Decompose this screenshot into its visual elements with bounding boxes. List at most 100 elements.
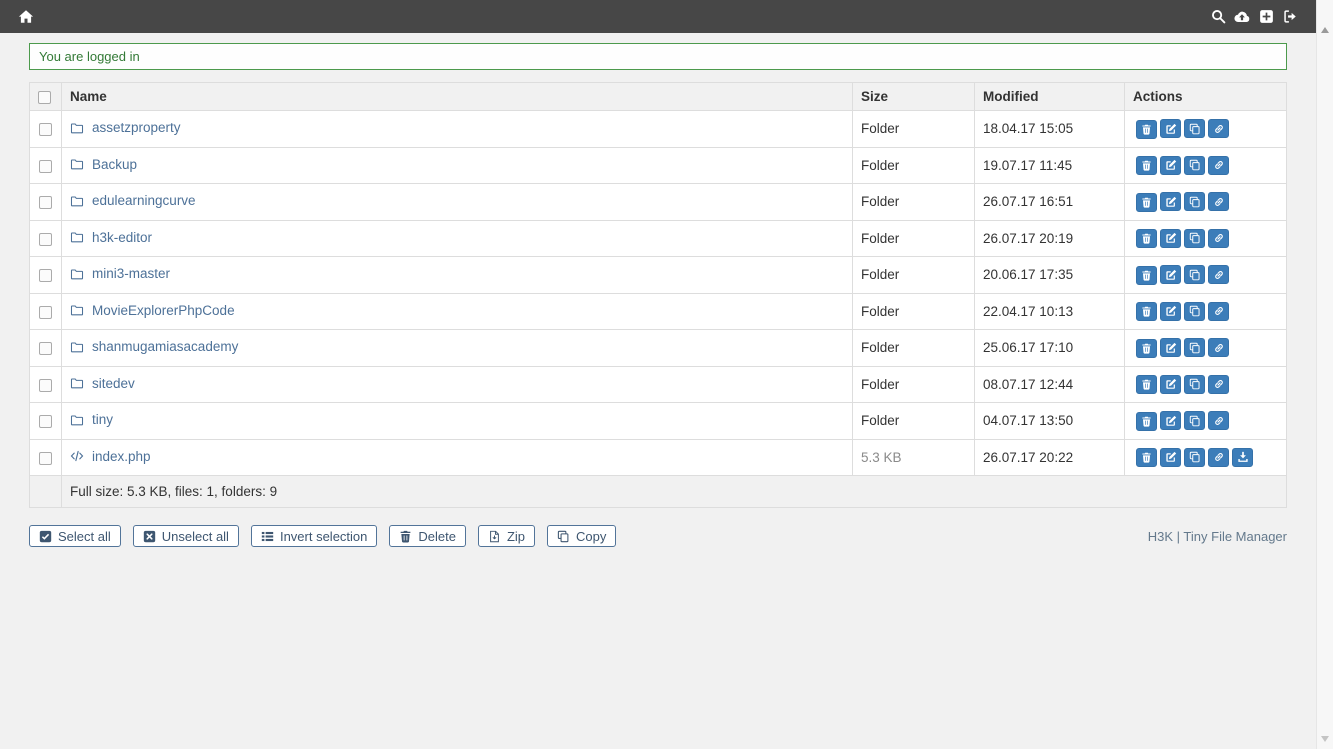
link-button[interactable] <box>1208 192 1229 211</box>
file-row: edulearningcurveFolder26.07.17 16:51 <box>30 184 1287 221</box>
row-checkbox[interactable] <box>39 233 52 246</box>
edit-button[interactable] <box>1160 119 1181 138</box>
row-checkbox[interactable] <box>39 306 52 319</box>
delete-button[interactable] <box>1136 412 1157 431</box>
file-link[interactable]: Backup <box>70 157 137 172</box>
copy-icon <box>1189 451 1201 463</box>
zip-button[interactable]: Zip <box>478 525 535 547</box>
row-checkbox[interactable] <box>39 452 52 465</box>
delete-selected-button[interactable]: Delete <box>389 525 466 547</box>
delete-button[interactable] <box>1136 266 1157 285</box>
delete-button[interactable] <box>1136 229 1157 248</box>
folder-icon <box>70 121 84 135</box>
file-link[interactable]: shanmugamiasacademy <box>70 339 238 354</box>
home-button[interactable] <box>15 6 37 28</box>
file-link[interactable]: MovieExplorerPhpCode <box>70 303 235 318</box>
delete-button[interactable] <box>1136 302 1157 321</box>
edit-button[interactable] <box>1160 375 1181 394</box>
row-checkbox-cell <box>30 111 62 148</box>
link-button[interactable] <box>1208 338 1229 357</box>
copy-button[interactable] <box>1184 302 1205 321</box>
column-header-actions: Actions <box>1125 83 1287 111</box>
edit-button[interactable] <box>1160 156 1181 175</box>
copy-icon <box>1189 232 1201 244</box>
logout-button[interactable] <box>1279 6 1301 28</box>
copy-pages-icon <box>557 530 570 543</box>
row-checkbox[interactable] <box>39 196 52 209</box>
copy-button[interactable] <box>1184 448 1205 467</box>
scrollbar[interactable] <box>1316 0 1333 749</box>
summary-text: Full size: 5.3 KB, files: 1, folders: 9 <box>62 476 1287 508</box>
file-link[interactable]: tiny <box>70 412 113 427</box>
actions-cell <box>1125 439 1287 476</box>
row-checkbox[interactable] <box>39 342 52 355</box>
delete-button[interactable] <box>1136 120 1157 139</box>
invert-selection-button[interactable]: Invert selection <box>251 525 377 547</box>
button-label: Delete <box>418 529 456 544</box>
row-checkbox[interactable] <box>39 269 52 282</box>
new-item-button[interactable] <box>1255 6 1277 28</box>
file-link[interactable]: assetzproperty <box>70 120 181 135</box>
edit-button[interactable] <box>1160 448 1181 467</box>
link-button[interactable] <box>1208 375 1229 394</box>
login-alert: You are logged in <box>29 43 1287 70</box>
file-name: shanmugamiasacademy <box>92 339 238 354</box>
file-link[interactable]: h3k-editor <box>70 230 152 245</box>
link-icon <box>1213 123 1225 135</box>
copy-button[interactable] <box>1184 411 1205 430</box>
copy-button[interactable] <box>1184 192 1205 211</box>
row-checkbox[interactable] <box>39 123 52 136</box>
link-button[interactable] <box>1208 119 1229 138</box>
row-checkbox[interactable] <box>39 415 52 428</box>
row-checkbox[interactable] <box>39 379 52 392</box>
scroll-up-button[interactable] <box>1321 27 1329 33</box>
edit-button[interactable] <box>1160 338 1181 357</box>
copy-button[interactable] <box>1184 119 1205 138</box>
copy-button[interactable] <box>1184 375 1205 394</box>
file-link[interactable]: index.php <box>70 449 151 464</box>
row-checkbox[interactable] <box>39 160 52 173</box>
link-button[interactable] <box>1208 411 1229 430</box>
modified-cell: 26.07.17 20:22 <box>975 439 1125 476</box>
file-link[interactable]: mini3-master <box>70 266 170 281</box>
download-button[interactable] <box>1232 448 1253 467</box>
file-name: MovieExplorerPhpCode <box>92 303 235 318</box>
edit-button[interactable] <box>1160 302 1181 321</box>
edit-button[interactable] <box>1160 411 1181 430</box>
modified-cell: 19.07.17 11:45 <box>975 147 1125 184</box>
delete-button[interactable] <box>1136 375 1157 394</box>
x-square-icon <box>143 530 156 543</box>
file-link[interactable]: sitedev <box>70 376 135 391</box>
footer-brand-link[interactable]: H3K | Tiny File Manager <box>1148 529 1287 544</box>
edit-button[interactable] <box>1160 265 1181 284</box>
delete-button[interactable] <box>1136 339 1157 358</box>
select-all-checkbox[interactable] <box>38 91 51 104</box>
file-link[interactable]: edulearningcurve <box>70 193 196 208</box>
copy-button[interactable] <box>1184 156 1205 175</box>
delete-button[interactable] <box>1136 448 1157 467</box>
copy-button[interactable] <box>1184 338 1205 357</box>
select-all-button[interactable]: Select all <box>29 525 121 547</box>
copy-button[interactable] <box>1184 265 1205 284</box>
copy-icon <box>1189 378 1201 390</box>
search-button[interactable] <box>1207 6 1229 28</box>
delete-button[interactable] <box>1136 156 1157 175</box>
delete-button[interactable] <box>1136 193 1157 212</box>
modified-cell: 26.07.17 16:51 <box>975 184 1125 221</box>
modified-cell: 18.04.17 15:05 <box>975 111 1125 148</box>
link-button[interactable] <box>1208 229 1229 248</box>
link-button[interactable] <box>1208 448 1229 467</box>
link-button[interactable] <box>1208 265 1229 284</box>
link-button[interactable] <box>1208 302 1229 321</box>
edit-button[interactable] <box>1160 229 1181 248</box>
copy-selected-button[interactable]: Copy <box>547 525 616 547</box>
cloud-upload-button[interactable] <box>1231 6 1253 28</box>
edit-button[interactable] <box>1160 192 1181 211</box>
file-row: shanmugamiasacademyFolder25.06.17 17:10 <box>30 330 1287 367</box>
unselect-all-button[interactable]: Unselect all <box>133 525 239 547</box>
edit-icon <box>1165 159 1177 171</box>
link-button[interactable] <box>1208 156 1229 175</box>
name-cell: edulearningcurve <box>62 184 853 221</box>
copy-button[interactable] <box>1184 229 1205 248</box>
scroll-down-button[interactable] <box>1321 736 1329 742</box>
